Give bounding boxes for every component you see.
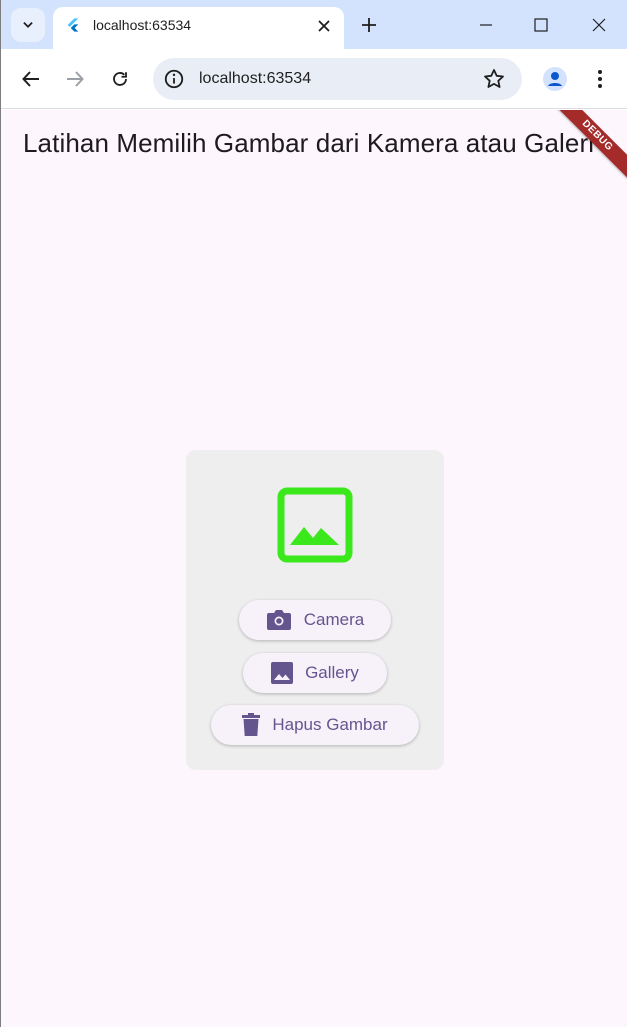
camera-button-label: Camera	[303, 610, 365, 629]
plus-icon	[362, 18, 376, 32]
more-vert-icon	[598, 70, 602, 88]
tab-list-button[interactable]	[11, 8, 45, 42]
close-icon	[318, 20, 330, 32]
gallery-button-label: Gallery	[305, 663, 359, 682]
reload-button[interactable]	[104, 63, 136, 95]
delete-image-button[interactable]: Hapus Gambar	[211, 705, 419, 745]
new-tab-button[interactable]	[356, 12, 382, 38]
trash-icon	[242, 713, 261, 736]
address-bar[interactable]: localhost:63534	[153, 58, 522, 100]
forward-button[interactable]	[59, 63, 91, 95]
minimize-icon	[480, 24, 492, 26]
image-icon	[271, 662, 294, 684]
active-tab[interactable]: localhost:63534	[53, 7, 344, 49]
browser-window: localhost:63534 localhost:63534 Latihan …	[0, 0, 627, 1027]
info-icon[interactable]	[163, 68, 185, 90]
maximize-icon	[534, 18, 548, 32]
menu-button[interactable]	[584, 63, 616, 95]
chevron-down-icon	[23, 22, 33, 28]
arrow-right-icon	[67, 71, 84, 87]
flutter-app-page: Latihan Memilih Gambar dari Kamera atau …	[1, 110, 627, 1027]
flutter-icon	[67, 18, 79, 32]
arrow-left-icon	[22, 71, 39, 87]
image-picker-card: Camera Gallery Hapus Gambar	[186, 450, 444, 770]
tab-title: localhost:63534	[93, 17, 192, 33]
tab-close-button[interactable]	[314, 16, 334, 36]
reload-icon	[113, 72, 127, 86]
tab-strip: localhost:63534	[1, 0, 627, 49]
page-title: Latihan Memilih Gambar dari Kamera atau …	[23, 128, 595, 158]
camera-button[interactable]: Camera	[239, 600, 391, 640]
profile-button[interactable]	[539, 63, 571, 95]
delete-image-button-label: Hapus Gambar	[272, 715, 388, 734]
close-icon	[592, 18, 606, 32]
browser-toolbar: localhost:63534	[1, 49, 627, 109]
close-window-button[interactable]	[584, 10, 614, 40]
image-icon	[277, 487, 353, 563]
gallery-button[interactable]: Gallery	[243, 653, 387, 693]
star-icon[interactable]	[482, 67, 506, 91]
url-text[interactable]: localhost:63534	[199, 70, 311, 88]
minimize-button[interactable]	[471, 10, 501, 40]
camera-icon	[266, 610, 291, 630]
back-button[interactable]	[15, 63, 47, 95]
account-icon	[543, 67, 567, 91]
maximize-button[interactable]	[526, 10, 556, 40]
